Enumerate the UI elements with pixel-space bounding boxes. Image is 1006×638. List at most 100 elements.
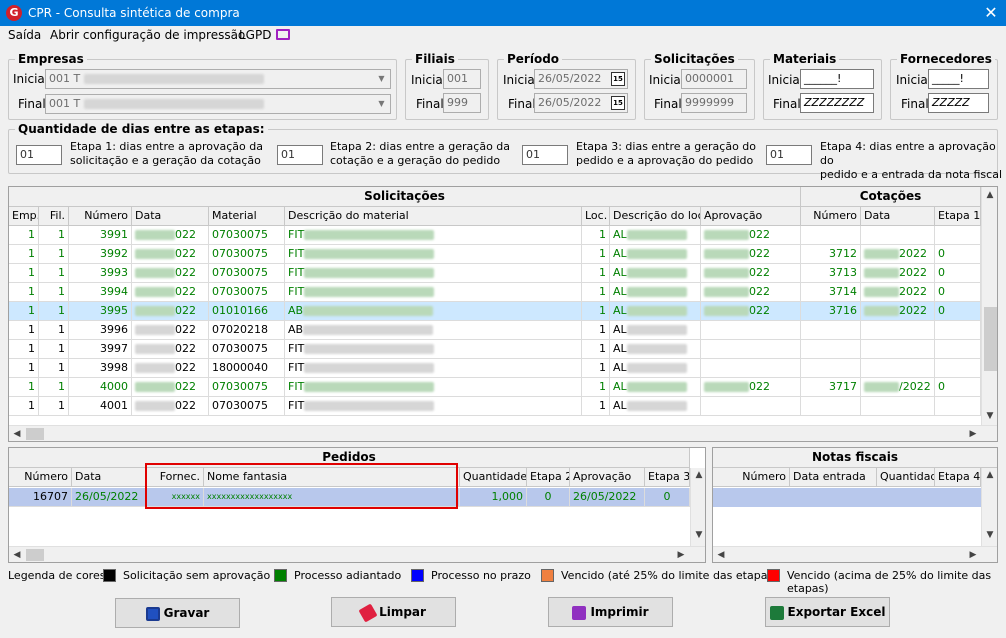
horizontal-scrollbar[interactable]: ◀ ▶ (9, 425, 997, 441)
vertical-scrollbar[interactable]: ▲ ▼ (690, 468, 705, 546)
menu-saida[interactable]: Saída (8, 28, 41, 42)
column-header[interactable]: Quantidade (460, 468, 527, 487)
table-cell: 07030075 (209, 283, 285, 302)
table-cell (701, 397, 801, 416)
scroll-up-icon[interactable]: ▲ (982, 190, 997, 200)
table-cell: 1 (582, 302, 610, 321)
column-header[interactable]: Número (69, 207, 132, 226)
fornecedores-final-input[interactable]: ZZZZZ (928, 93, 989, 113)
table-cell: 3712 (801, 245, 861, 264)
column-header[interactable]: Data (861, 207, 935, 226)
column-header[interactable]: Data (72, 468, 146, 487)
menu-lgpd[interactable]: LGPD (239, 28, 271, 42)
column-header[interactable]: Etapa 3 (645, 468, 690, 487)
scroll-right-icon[interactable]: ▶ (673, 550, 689, 560)
materiais-final-input[interactable]: ZZZZZZZZ (800, 93, 874, 113)
scroll-thumb[interactable] (26, 549, 44, 561)
scroll-up-icon[interactable]: ▲ (691, 470, 705, 480)
table-row[interactable]: 1 1 3992 022 07030075 FIT 1 AL 022 3712 2022 0 (9, 245, 981, 264)
table-row[interactable]: 1 1 3991 022 07030075 FIT 1 AL 022 (9, 226, 981, 245)
materiais-inicial-input[interactable]: ______! (800, 69, 874, 89)
menu-abrir-config-impressao[interactable]: Abrir configuração de impressão (50, 28, 245, 42)
column-header[interactable]: Etapa 4 (935, 468, 981, 487)
scroll-thumb[interactable] (26, 428, 44, 440)
solicitacoes-final-input[interactable]: 9999999 (681, 93, 747, 113)
calendar-icon[interactable]: 15 (611, 72, 625, 86)
column-header[interactable]: Data entrada (790, 468, 877, 487)
chevron-down-icon[interactable]: ▼ (374, 96, 389, 112)
close-button[interactable]: ✕ (976, 0, 1006, 26)
column-header[interactable]: Descrição do material (285, 207, 582, 226)
fornecedores-inicial-label: Inicial (896, 73, 932, 87)
table-row[interactable]: 1 1 4000 022 07030075 FIT 1 AL 022 3717/2022 0 (9, 378, 981, 397)
table-row[interactable]: 1 1 3996 022 07020218 AB 1 AL (9, 321, 981, 340)
scroll-down-icon[interactable]: ▼ (691, 530, 705, 540)
table-cell: AL (610, 245, 701, 264)
column-header[interactable]: Etapa 1 (935, 207, 981, 226)
etapa4-input[interactable]: 01 (766, 145, 812, 165)
scroll-thumb[interactable] (984, 307, 997, 371)
column-header[interactable]: Aprovação (701, 207, 801, 226)
scroll-up-icon[interactable]: ▲ (982, 470, 997, 480)
table-row[interactable]: 1 1 3994 022 07030075 FIT 1 AL 022 3714 2022 0 (9, 283, 981, 302)
fornecedores-inicial-input[interactable]: _____! (928, 69, 989, 89)
calendar-icon[interactable]: 15 (611, 96, 625, 110)
column-header[interactable]: Número (713, 468, 790, 487)
column-header[interactable]: Fil. (39, 207, 69, 226)
column-header[interactable]: Emp. (9, 207, 39, 226)
chevron-down-icon[interactable]: ▼ (374, 71, 389, 87)
vertical-scrollbar[interactable]: ▲ ▼ (981, 468, 997, 546)
column-header[interactable]: Etapa 2 (527, 468, 570, 487)
column-header[interactable]: Descrição do local (610, 207, 701, 226)
etapa1-input[interactable]: 01 (16, 145, 62, 165)
horizontal-scrollbar[interactable]: ◀ ▶ (9, 546, 705, 562)
filiais-final-input[interactable]: 999 (443, 93, 481, 113)
table-row[interactable] (713, 488, 981, 507)
scroll-left-icon[interactable]: ◀ (9, 550, 25, 560)
gravar-button[interactable]: Gravar (115, 598, 240, 628)
empresas-final-select[interactable]: 001 T ▼ (45, 94, 391, 114)
table-cell: 1 (39, 340, 69, 359)
table-row[interactable]: 1 1 4001 022 07030075 FIT 1 AL (9, 397, 981, 416)
column-header[interactable]: Loc. (582, 207, 610, 226)
imprimir-button[interactable]: Imprimir (548, 597, 673, 627)
table-cell: FIT (285, 340, 582, 359)
column-header[interactable]: Data (132, 207, 209, 226)
column-header[interactable]: Quantidade (877, 468, 935, 487)
column-header[interactable]: Aprovação (570, 468, 645, 487)
column-header[interactable]: Material (209, 207, 285, 226)
table-cell: 022 (701, 226, 801, 245)
solicitacoes-inicial-input[interactable]: 0000001 (681, 69, 747, 89)
etapa2-input[interactable]: 01 (277, 145, 323, 165)
table-row[interactable]: 1 1 3995 022 01010166 AB 1 AL 022 3716 2022 0 (9, 302, 981, 321)
scroll-right-icon[interactable]: ▶ (965, 429, 981, 439)
column-header[interactable]: Número (801, 207, 861, 226)
table-cell: 3995 (69, 302, 132, 321)
table-cell: 1 (39, 397, 69, 416)
vertical-scrollbar[interactable]: ▲ ▼ (981, 187, 997, 425)
limpar-button[interactable]: Limpar (331, 597, 456, 627)
scroll-left-icon[interactable]: ◀ (713, 550, 729, 560)
scroll-left-icon[interactable]: ◀ (9, 429, 25, 439)
filiais-final-label: Final (416, 97, 444, 111)
exportar-excel-button[interactable]: Exportar Excel (765, 597, 890, 627)
table-row[interactable]: 1 1 3997 022 07030075 FIT 1 AL (9, 340, 981, 359)
scroll-down-icon[interactable]: ▼ (982, 530, 997, 540)
filiais-inicial-input[interactable]: 001 (443, 69, 481, 89)
table-row[interactable]: 1 1 3993 022 07030075 FIT 1 AL 022 3713 2022 0 (9, 264, 981, 283)
horizontal-scrollbar[interactable]: ◀ ▶ (713, 546, 997, 562)
periodo-inicial-input[interactable]: 26/05/2022 15 (534, 69, 628, 89)
scroll-right-icon[interactable]: ▶ (965, 550, 981, 560)
periodo-final-input[interactable]: 26/05/2022 15 (534, 93, 628, 113)
empresas-inicial-select[interactable]: 001 T ▼ (45, 69, 391, 89)
etapa3-input[interactable]: 01 (522, 145, 568, 165)
table-cell: FIT (285, 264, 582, 283)
table-cell: 07030075 (209, 378, 285, 397)
table-row[interactable]: 1 1 3998 022 18000040 FIT 1 AL (9, 359, 981, 378)
table-cell: 1 (582, 378, 610, 397)
app-logo-icon: G (6, 5, 22, 21)
table-cell: 0 (935, 378, 981, 397)
column-header[interactable]: Número (9, 468, 72, 487)
table-cell: AL (610, 340, 701, 359)
scroll-down-icon[interactable]: ▼ (982, 411, 997, 421)
